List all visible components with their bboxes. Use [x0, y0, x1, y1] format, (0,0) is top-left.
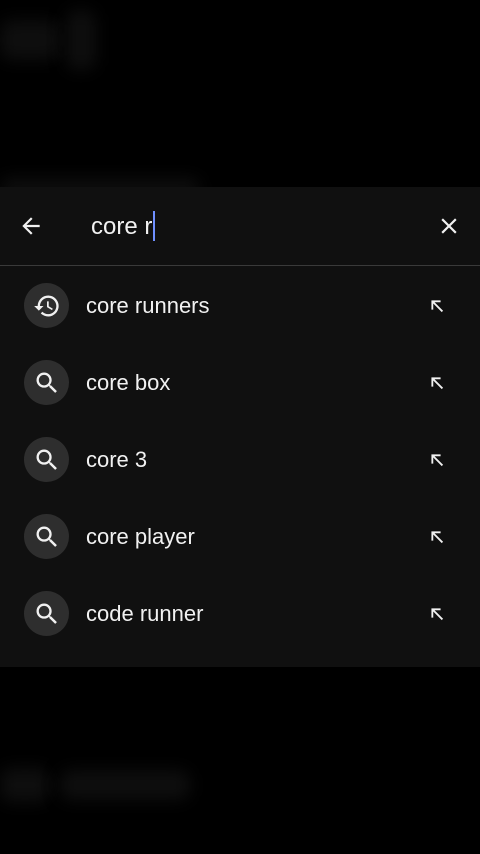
- search-icon-wrapper: [24, 514, 69, 559]
- suggestion-item[interactable]: core box: [0, 343, 480, 420]
- search-icon: [36, 449, 57, 470]
- search-icon-wrapper: [24, 437, 69, 482]
- history-icon-wrapper: [24, 283, 69, 328]
- arrow-up-left-icon: [431, 454, 444, 467]
- background-content: [0, 768, 50, 802]
- background-content: [60, 770, 190, 800]
- fill-query-button[interactable]: [422, 291, 450, 319]
- fill-query-button[interactable]: [422, 445, 450, 473]
- search-icon: [36, 526, 57, 547]
- arrow-up-left-icon: [431, 300, 444, 313]
- search-icon: [36, 603, 57, 624]
- text-caret: [153, 210, 156, 241]
- fill-query-button[interactable]: [422, 522, 450, 550]
- arrow-up-left-icon: [431, 608, 444, 621]
- back-button[interactable]: [16, 211, 46, 241]
- arrow-up-left-icon: [431, 377, 444, 390]
- arrow-up-left-icon: [431, 531, 444, 544]
- clear-search-button[interactable]: [434, 211, 464, 241]
- history-icon: [33, 295, 59, 316]
- suggestion-label: core 3: [86, 447, 148, 472]
- suggestion-item[interactable]: core runners: [0, 266, 480, 343]
- suggestion-item[interactable]: core player: [0, 497, 480, 574]
- fill-query-button[interactable]: [422, 599, 450, 627]
- search-icon: [36, 372, 57, 393]
- background-content: [66, 10, 96, 70]
- suggestion-list: core runners core box core 3 core player…: [0, 266, 480, 651]
- close-icon: [441, 218, 457, 234]
- screen: core r core runners core box core 3 core…: [0, 0, 480, 854]
- search-query-text: core r: [91, 213, 153, 240]
- suggestion-label: core runners: [86, 293, 210, 318]
- suggestion-label: core box: [86, 370, 171, 395]
- background-content: [0, 20, 60, 60]
- search-bar: core r: [0, 187, 480, 266]
- search-input[interactable]: core r: [91, 210, 156, 243]
- search-icon-wrapper: [24, 360, 69, 405]
- suggestion-label: code runner: [86, 601, 204, 626]
- fill-query-button[interactable]: [422, 368, 450, 396]
- suggestion-item[interactable]: core 3: [0, 420, 480, 497]
- search-suggestions-panel: core r core runners core box core 3 core…: [0, 187, 480, 667]
- search-icon-wrapper: [24, 591, 69, 636]
- suggestion-label: core player: [86, 524, 195, 549]
- suggestion-item[interactable]: code runner: [0, 574, 480, 651]
- arrow-left-icon: [22, 217, 40, 235]
